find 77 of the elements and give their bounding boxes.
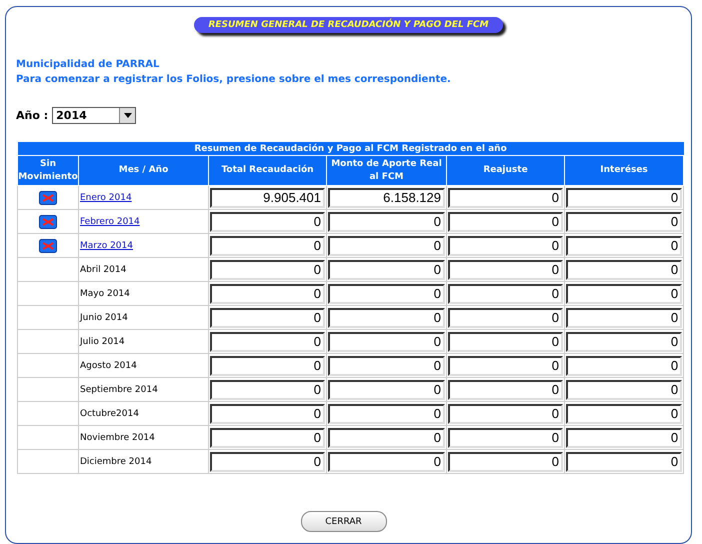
- month-link[interactable]: Marzo 2014: [80, 240, 133, 250]
- column-header: Interéses: [564, 156, 684, 186]
- amount-field[interactable]: 0: [328, 404, 445, 424]
- amount-field[interactable]: 0: [448, 260, 563, 280]
- amount-field[interactable]: 0: [210, 308, 325, 328]
- amount-field[interactable]: 0: [566, 452, 682, 472]
- amount-field[interactable]: 0: [210, 284, 325, 304]
- amount-field[interactable]: 0: [566, 188, 682, 208]
- amount-field[interactable]: 0: [210, 380, 325, 400]
- amount-field[interactable]: 0: [448, 212, 563, 232]
- amount-field[interactable]: 0: [328, 308, 445, 328]
- amount-field[interactable]: 0: [328, 284, 445, 304]
- amount-field[interactable]: 0: [566, 404, 682, 424]
- clear-icon[interactable]: [39, 190, 57, 204]
- month-label: Abril 2014: [80, 264, 126, 274]
- month-label: Mayo 2014: [80, 288, 130, 298]
- clear-icon[interactable]: [39, 238, 57, 252]
- amount-field[interactable]: 9.905.401: [210, 188, 325, 208]
- amount-field[interactable]: 0: [566, 236, 682, 256]
- amount-field[interactable]: 0: [328, 212, 445, 232]
- amount-field[interactable]: 0: [328, 452, 445, 472]
- amount-field[interactable]: 0: [566, 284, 682, 304]
- amount-field[interactable]: 0: [448, 428, 563, 448]
- clear-icon[interactable]: [39, 214, 57, 228]
- amount-field[interactable]: 0: [210, 428, 325, 448]
- column-header: Sin Movimiento: [18, 156, 78, 186]
- amount-field[interactable]: 0: [448, 188, 563, 208]
- month-link[interactable]: Febrero 2014: [80, 216, 140, 226]
- amount-field[interactable]: 0: [566, 260, 682, 280]
- amount-field[interactable]: 0: [210, 332, 325, 352]
- amount-field[interactable]: 0: [448, 284, 563, 304]
- month-label: Diciembre 2014: [80, 456, 152, 466]
- amount-field[interactable]: 0: [328, 428, 445, 448]
- amount-field[interactable]: 0: [448, 380, 563, 400]
- month-label: Julio 2014: [80, 336, 125, 346]
- month-label: Agosto 2014: [80, 360, 137, 370]
- month-label: Junio 2014: [80, 312, 128, 322]
- instructions-text: Para comenzar a registrar los Folios, presione sobre el mes correspondiente.: [16, 73, 452, 87]
- amount-field[interactable]: 0: [328, 236, 445, 256]
- amount-field[interactable]: 0: [210, 404, 325, 424]
- amount-field[interactable]: 0: [448, 236, 563, 256]
- month-link[interactable]: Enero 2014: [80, 192, 132, 202]
- amount-field[interactable]: 0: [566, 332, 682, 352]
- caret-icon: [124, 113, 132, 118]
- amount-field[interactable]: 0: [566, 356, 682, 376]
- amount-field[interactable]: 6.158.129: [328, 188, 445, 208]
- amount-field[interactable]: 0: [210, 356, 325, 376]
- month-label: Noviembre 2014: [80, 432, 155, 442]
- year-label: Año :: [16, 109, 48, 122]
- amount-field[interactable]: 0: [448, 308, 563, 328]
- column-header: Monto de Aporte Real al FCM: [326, 156, 446, 186]
- amount-field[interactable]: 0: [448, 452, 563, 472]
- amount-field[interactable]: 0: [210, 452, 325, 472]
- municipality-label: Municipalidad de PARRAL: [16, 58, 160, 72]
- close-button[interactable]: CERRAR: [300, 511, 386, 532]
- page-title: RESUMEN GENERAL DE RECAUDACIÓN Y PAGO DEL FCM: [194, 17, 503, 33]
- amount-field[interactable]: 0: [328, 260, 445, 280]
- amount-field[interactable]: 0: [210, 212, 325, 232]
- column-header: Reajuste: [446, 156, 564, 186]
- month-label: Octubre2014: [80, 408, 139, 418]
- amount-field[interactable]: 0: [566, 308, 682, 328]
- amount-field[interactable]: 0: [210, 260, 325, 280]
- amount-field[interactable]: 0: [328, 332, 445, 352]
- amount-field[interactable]: 0: [328, 380, 445, 400]
- amount-field[interactable]: 0: [566, 428, 682, 448]
- amount-field[interactable]: 0: [210, 236, 325, 256]
- column-header: Mes / Año: [78, 156, 208, 186]
- month-label: Septiembre 2014: [80, 384, 158, 394]
- amount-field[interactable]: 0: [328, 356, 445, 376]
- amount-field[interactable]: 0: [448, 332, 563, 352]
- table-caption: Resumen de Recaudación y Pago al FCM Registrado en el año: [18, 142, 684, 156]
- amount-field[interactable]: 0: [566, 380, 682, 400]
- year-select[interactable]: 2014: [52, 107, 136, 124]
- amount-field[interactable]: 0: [566, 212, 682, 232]
- amount-field[interactable]: 0: [448, 404, 563, 424]
- column-header: Total Recaudación: [208, 156, 326, 186]
- amount-field[interactable]: 0: [448, 356, 563, 376]
